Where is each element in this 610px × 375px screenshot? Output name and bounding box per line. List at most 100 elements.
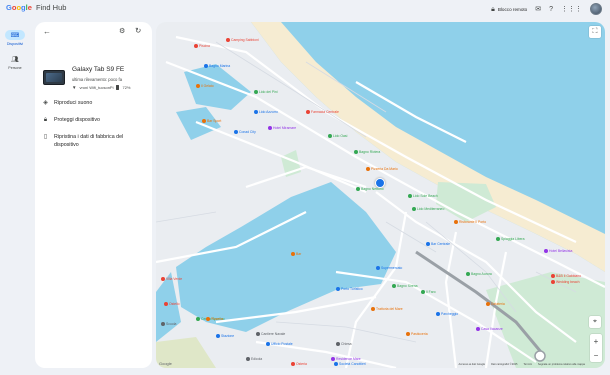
google-wordmark: Google: [6, 3, 32, 12]
zoom-out-button[interactable]: −: [590, 348, 602, 362]
map-poi[interactable]: Lido dei Pini: [254, 90, 277, 94]
poi-pin-icon: [202, 119, 206, 123]
device-status: ▼ vroni Wifi_tucsonPi 72%: [72, 85, 131, 90]
device-card: Galaxy Tab S9 FE ultima rilevamento: poc…: [43, 64, 147, 94]
map-poi[interactable]: Farmacia Centrale: [306, 110, 339, 114]
map-poi[interactable]: Residence Mare: [331, 357, 361, 361]
map-poi[interactable]: Piscina: [194, 44, 210, 48]
map-poi[interactable]: Parcheggio: [436, 312, 458, 316]
poi-label: Farmacia Centrale: [311, 110, 339, 114]
people-icon: 👥︎: [11, 56, 19, 63]
map-poi[interactable]: Conad City: [234, 130, 256, 134]
map-poi[interactable]: Porto Turistico: [336, 287, 363, 291]
poi-label: Bagno Marina: [209, 64, 231, 68]
map-poi[interactable]: Pizzeria Da Mario: [366, 167, 398, 171]
map-poi[interactable]: B&B Il Gabbiano: [551, 274, 581, 278]
poi-pin-icon: [426, 242, 430, 246]
map-poi[interactable]: Bagno Nettuno: [356, 187, 384, 191]
map-poi[interactable]: Ostello: [164, 302, 180, 306]
feedback-icon[interactable]: ✉: [535, 6, 541, 13]
refresh-icon[interactable]: ↻: [135, 27, 141, 35]
map-footer-shortcuts[interactable]: Accesso ai dati Google: [459, 363, 486, 366]
map-poi[interactable]: Hotel Miramare: [268, 126, 296, 130]
map-poi[interactable]: Gelateria: [486, 302, 505, 306]
zoom-in-button[interactable]: +: [590, 334, 602, 348]
map-footer-report[interactable]: Segnala un problema relativo alla mappa: [538, 363, 585, 366]
poi-pin-icon: [354, 150, 358, 154]
map-poi[interactable]: Ufficio Postale: [266, 342, 293, 346]
app-logo[interactable]: Google Find Hub: [6, 3, 66, 12]
map-poi[interactable]: Lido Mediterraneo: [412, 207, 444, 211]
rail-item-people[interactable]: 👥︎ Persone: [0, 54, 30, 71]
map-poi[interactable]: Bagno Riviera: [354, 150, 380, 154]
battery-level: 72%: [122, 85, 131, 90]
my-location-button[interactable]: ⌖: [589, 316, 601, 328]
map-poi[interactable]: Camping Sabbioni: [226, 38, 259, 42]
map-poi[interactable]: Bagno Sirena: [392, 284, 418, 288]
help-icon[interactable]: ?: [549, 6, 553, 13]
map-poi[interactable]: Società Canottieri: [334, 362, 366, 366]
poi-pin-icon: [328, 134, 332, 138]
remote-lock-button[interactable]: 🔒︎ Blocco remoto: [491, 6, 527, 13]
rail-label-people: Persone: [8, 66, 22, 70]
map-poi[interactable]: Chiesa: [336, 342, 352, 346]
map-poi[interactable]: Wedding beach: [551, 280, 580, 284]
map-poi[interactable]: Trattoria del Mare: [371, 307, 403, 311]
nav-rail: ⌨ Dispositivi 👥︎ Persone: [0, 30, 30, 78]
rail-item-devices[interactable]: ⌨ Dispositivi: [0, 30, 30, 46]
poi-label: Hotel Miramare: [273, 126, 297, 130]
avatar[interactable]: [590, 3, 602, 15]
back-arrow-icon[interactable]: ←: [43, 28, 51, 36]
map-poi[interactable]: Ristorante Il Porto: [454, 220, 486, 224]
play-sound-label: Riproduci suono: [54, 100, 93, 106]
poi-pin-icon: [436, 312, 440, 316]
map-poi[interactable]: Il Gelato: [196, 84, 214, 88]
map-poi[interactable]: Edicola: [246, 357, 262, 361]
poi-pin-icon: [254, 90, 258, 94]
secure-device-action[interactable]: 🔒︎ Proteggi dispositivo: [43, 117, 147, 125]
map-poi[interactable]: Lido Sole Beach: [408, 194, 438, 198]
map-poi[interactable]: Hotel Bellavista: [544, 249, 572, 253]
factory-reset-action[interactable]: ▯ Ripristina i dati di fabbrica del disp…: [43, 134, 147, 149]
fullscreen-button[interactable]: ⛶: [589, 26, 601, 38]
map-poi[interactable]: Osteria: [291, 362, 307, 366]
map-poi[interactable]: Bagno Marina: [204, 64, 230, 68]
map-poi[interactable]: Bar Centrale: [426, 242, 450, 246]
map-footer-terms[interactable]: Termini: [523, 363, 531, 366]
poi-pin-icon: [164, 302, 168, 306]
map-poi[interactable]: Cantiere Navale: [256, 332, 285, 336]
map-poi[interactable]: Supermercato: [376, 266, 402, 270]
network-name: vroni Wifi_tucsonPi: [79, 85, 114, 90]
poi-label: Residence Mare: [336, 357, 361, 361]
map-poi[interactable]: Il Faro: [421, 290, 436, 294]
wifi-icon: ▼: [72, 85, 77, 90]
map-poi[interactable]: Spiaggia Libera: [496, 237, 525, 241]
map-poi[interactable]: Bar Sport: [202, 119, 221, 123]
map-poi[interactable]: Lido Azzurro: [254, 110, 278, 114]
map[interactable]: Piscina Camping Sabbioni Bagno Marina Il…: [156, 22, 605, 368]
poi-pin-icon: [406, 332, 410, 336]
poi-label: Cantiere Navale: [261, 332, 286, 336]
map-poi[interactable]: Casa Vacanze: [476, 327, 503, 331]
poi-pin-icon: [331, 357, 335, 361]
map-poi[interactable]: Stazione: [216, 334, 234, 338]
poi-pin-icon: [161, 322, 165, 326]
settings-icon[interactable]: ⚙: [119, 28, 125, 35]
poi-label: Pizzeria: [211, 317, 224, 321]
map-poi[interactable]: Scuola: [161, 322, 176, 326]
map-poi[interactable]: Villa Verde: [161, 277, 182, 281]
zoom-control: + −: [590, 334, 602, 362]
top-bar: Google Find Hub 🔒︎ Blocco remoto ✉ ? ⋮⋮⋮: [0, 0, 610, 18]
play-sound-action[interactable]: ◈ Riproduci suono: [43, 100, 147, 108]
sound-icon: ◈: [43, 100, 48, 106]
map-poi[interactable]: Lido Oasi: [328, 134, 347, 138]
map-poi[interactable]: Bar: [291, 252, 301, 256]
poi-label: Pasticceria: [411, 332, 428, 336]
apps-grid-icon[interactable]: ⋮⋮⋮: [561, 6, 582, 13]
poi-label: Bagno Nettuno: [361, 187, 384, 191]
map-poi[interactable]: Pasticceria: [406, 332, 428, 336]
poi-pin-icon: [454, 220, 458, 224]
map-poi[interactable]: Bagno Aurora: [466, 272, 492, 276]
poi-pin-icon: [291, 362, 295, 366]
map-poi[interactable]: Pizzeria: [206, 317, 223, 321]
